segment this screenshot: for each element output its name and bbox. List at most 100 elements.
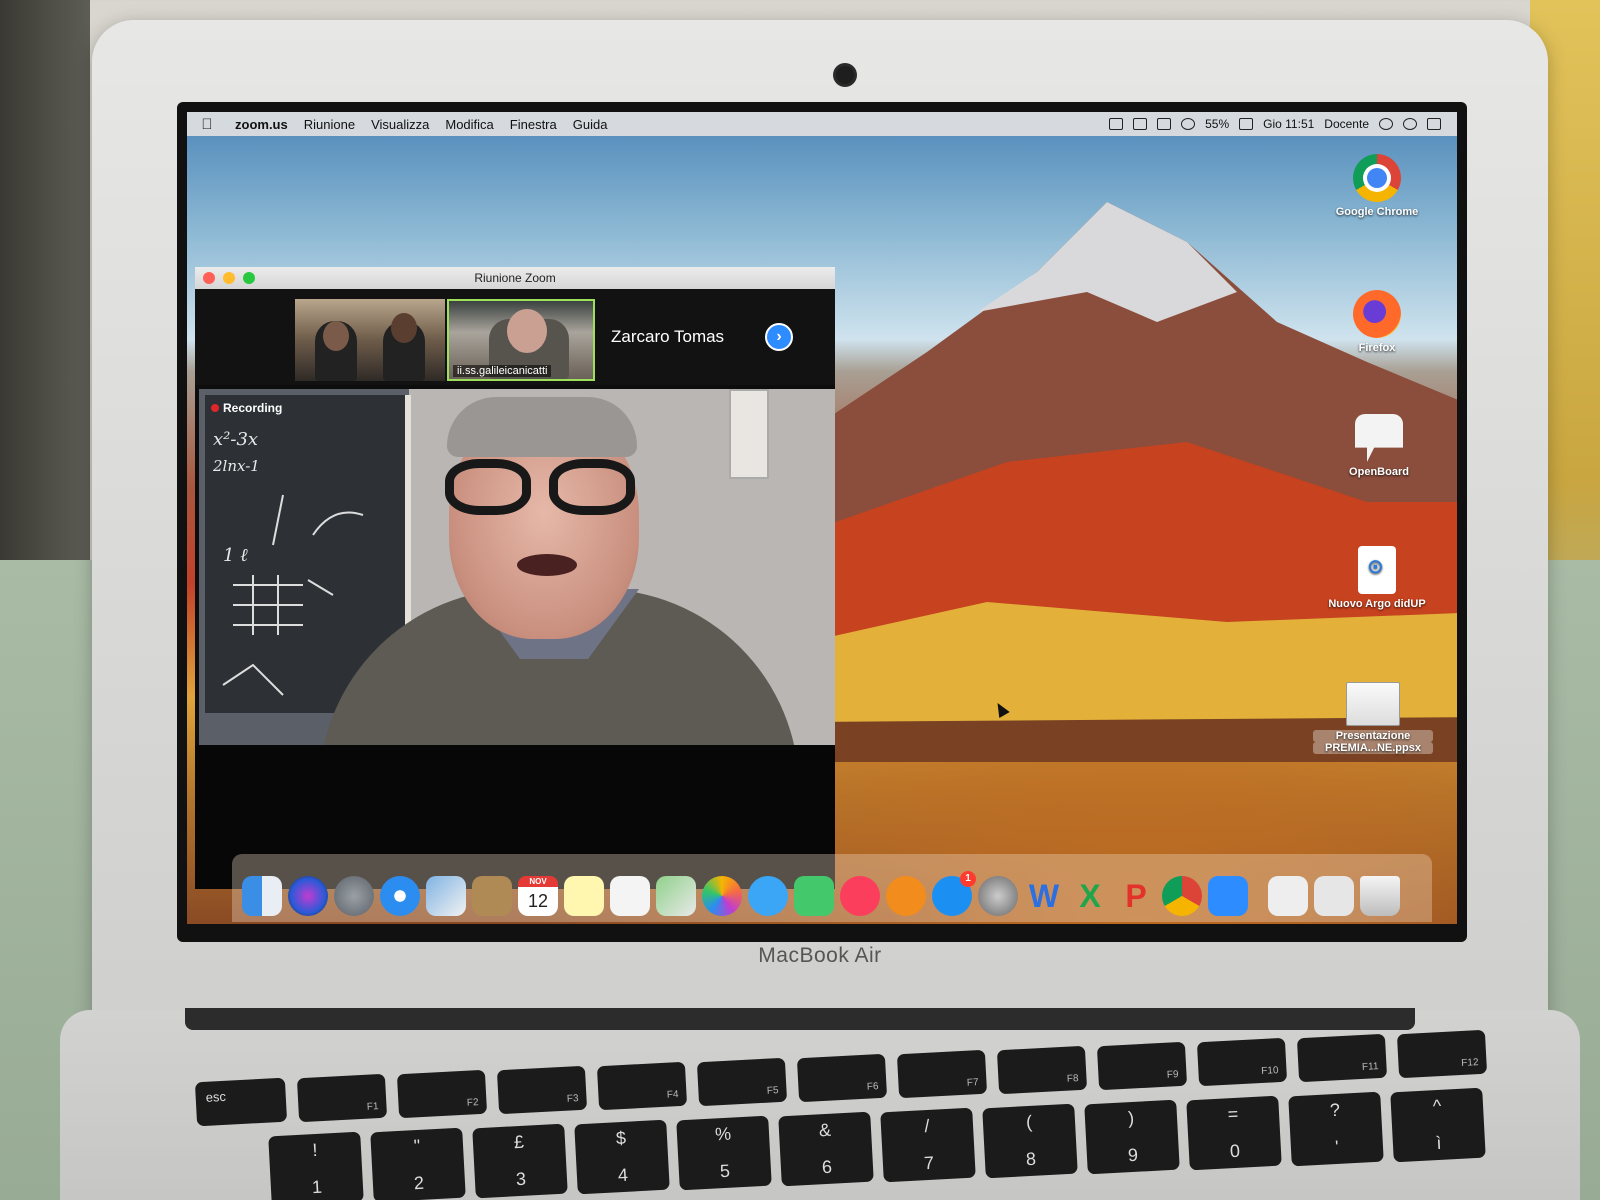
key-f11[interactable]: F11 bbox=[1296, 1033, 1388, 1083]
key-6[interactable]: & 6 bbox=[778, 1111, 874, 1187]
key-0[interactable]: = 0 bbox=[1186, 1095, 1282, 1171]
battery-percent[interactable]: 55% bbox=[1205, 117, 1229, 131]
desktop-icon-presentation[interactable]: Presentazione PREMIA...NE.ppsx bbox=[1313, 682, 1433, 754]
airplay-icon[interactable] bbox=[1157, 118, 1172, 130]
wifi-icon[interactable] bbox=[1181, 118, 1196, 130]
contacts-icon[interactable] bbox=[472, 876, 512, 916]
menu-guida[interactable]: Guida bbox=[565, 117, 616, 132]
key-7[interactable]: /7 bbox=[880, 1107, 976, 1183]
word-icon[interactable]: W bbox=[1024, 876, 1064, 916]
menubar-status-area: 55% Gio 11:51 Docente bbox=[1109, 117, 1457, 131]
close-window-icon[interactable] bbox=[203, 272, 215, 284]
key-9[interactable]: ) 9 bbox=[1084, 1099, 1180, 1175]
zoom-status-icon[interactable] bbox=[1109, 118, 1124, 130]
key-f5[interactable]: F5 bbox=[696, 1057, 788, 1107]
key-f12[interactable]: F12 bbox=[1396, 1029, 1488, 1079]
menu-modifica[interactable]: Modifica bbox=[437, 117, 501, 132]
desktop-icon-label: Nuovo Argo didUP bbox=[1328, 598, 1426, 610]
wallpaper-mountain bbox=[807, 202, 1457, 762]
battery-icon[interactable] bbox=[1239, 118, 1254, 130]
notes-icon[interactable] bbox=[564, 876, 604, 916]
calendar-month: NOV bbox=[518, 876, 558, 887]
powerpoint-icon[interactable]: P bbox=[1116, 876, 1156, 916]
desktop-icon-argo[interactable]: Nuovo Argo didUP bbox=[1317, 546, 1437, 610]
screen-share-icon[interactable] bbox=[1133, 118, 1148, 130]
fullscreen-window-icon[interactable] bbox=[243, 272, 255, 284]
menubar-user[interactable]: Docente bbox=[1324, 117, 1369, 131]
openboard-icon bbox=[1355, 414, 1403, 462]
document-stack-icon[interactable] bbox=[1268, 876, 1308, 916]
excel-icon[interactable]: X bbox=[1070, 876, 1110, 916]
laptop-lid:  zoom.us Riunione Visualizza Modifica F… bbox=[92, 20, 1548, 1030]
key-f4[interactable]: F4 bbox=[596, 1061, 688, 1111]
launchpad-icon[interactable] bbox=[334, 876, 374, 916]
key-i-grave[interactable]: ^ ì bbox=[1390, 1087, 1486, 1163]
desktop-icon-chrome[interactable]: Google Chrome bbox=[1317, 154, 1437, 218]
minimize-window-icon[interactable] bbox=[223, 272, 235, 284]
chrome-dock-icon[interactable] bbox=[1162, 876, 1202, 916]
key-f7[interactable]: F7 bbox=[896, 1049, 988, 1099]
key-f2[interactable]: F2 bbox=[396, 1069, 488, 1119]
recording-label: Recording bbox=[223, 401, 283, 415]
key-f1[interactable]: F1 bbox=[296, 1073, 388, 1123]
key-f10[interactable]: F10 bbox=[1196, 1037, 1288, 1087]
key-8[interactable]: (8 bbox=[982, 1103, 1078, 1179]
siri-icon[interactable] bbox=[1403, 118, 1417, 130]
dock: NOV 12 1 W X P bbox=[232, 854, 1432, 922]
next-page-button[interactable]: › bbox=[765, 323, 793, 351]
participant-thumbnail[interactable] bbox=[295, 299, 445, 381]
key-f6[interactable]: F6 bbox=[796, 1053, 888, 1103]
desktop-icon-firefox[interactable]: Firefox bbox=[1317, 290, 1437, 354]
facetime-icon[interactable] bbox=[794, 876, 834, 916]
apple-menu-icon[interactable]:  bbox=[187, 116, 227, 133]
trash-icon[interactable] bbox=[1360, 876, 1400, 916]
presentation-file-icon bbox=[1346, 682, 1400, 726]
key-5[interactable]: % 5 bbox=[676, 1115, 772, 1191]
menu-visualizza[interactable]: Visualizza bbox=[363, 117, 437, 132]
laptop-hinge bbox=[185, 1008, 1415, 1030]
zoom-dock-icon[interactable] bbox=[1208, 876, 1248, 916]
calendar-icon[interactable]: NOV 12 bbox=[518, 876, 558, 916]
zoom-title-bar[interactable]: Riunione Zoom bbox=[195, 267, 835, 289]
participant-head bbox=[391, 313, 417, 343]
zoom-meeting-window: Riunione Zoom ii.ss.galileicanicatti Zar… bbox=[195, 267, 835, 889]
key-f8[interactable]: F8 bbox=[996, 1045, 1088, 1095]
books-icon[interactable] bbox=[886, 876, 926, 916]
key-2[interactable]: " 2 bbox=[370, 1127, 466, 1200]
key-f9[interactable]: F9 bbox=[1096, 1041, 1188, 1091]
key-1[interactable]: ! 1 bbox=[268, 1131, 364, 1200]
key-4[interactable]: $4 bbox=[574, 1119, 670, 1195]
menu-finestra[interactable]: Finestra bbox=[502, 117, 565, 132]
key-3[interactable]: £3 bbox=[472, 1123, 568, 1199]
messages-icon[interactable] bbox=[748, 876, 788, 916]
desktop-icon-label: Firefox bbox=[1358, 342, 1396, 354]
firefox-icon bbox=[1353, 290, 1401, 338]
key-apostrophe[interactable]: ? ' bbox=[1288, 1091, 1384, 1167]
reminders-icon[interactable] bbox=[610, 876, 650, 916]
system-preferences-icon[interactable] bbox=[978, 876, 1018, 916]
finder-icon[interactable] bbox=[242, 876, 282, 916]
participant-thumbnail-active[interactable]: ii.ss.galileicanicatti bbox=[447, 299, 595, 381]
safari-icon[interactable] bbox=[380, 876, 420, 916]
photos-icon[interactable] bbox=[702, 876, 742, 916]
key-f3[interactable]: F3 bbox=[496, 1065, 588, 1115]
app-store-badge: 1 bbox=[960, 871, 976, 887]
zoom-window-title: Riunione Zoom bbox=[474, 271, 556, 285]
key-esc[interactable]: esc bbox=[194, 1077, 288, 1127]
desktop-icon-openboard[interactable]: OpenBoard bbox=[1319, 414, 1439, 478]
menu-bar:  zoom.us Riunione Visualizza Modifica F… bbox=[187, 112, 1457, 136]
maps-icon[interactable] bbox=[656, 876, 696, 916]
board-text: x²-3x bbox=[213, 429, 259, 450]
downloads-stack-icon[interactable] bbox=[1314, 876, 1354, 916]
notification-center-icon[interactable] bbox=[1427, 118, 1441, 130]
menu-app-name[interactable]: zoom.us bbox=[227, 117, 296, 132]
app-store-icon[interactable]: 1 bbox=[932, 871, 976, 916]
menu-riunione[interactable]: Riunione bbox=[296, 117, 363, 132]
menubar-clock[interactable]: Gio 11:51 bbox=[1263, 117, 1314, 131]
mail-icon[interactable] bbox=[426, 876, 466, 916]
music-icon[interactable] bbox=[840, 876, 880, 916]
chrome-icon bbox=[1353, 154, 1401, 202]
siri-icon[interactable] bbox=[288, 876, 328, 916]
spotlight-search-icon[interactable] bbox=[1379, 118, 1393, 130]
webcam bbox=[836, 66, 854, 84]
